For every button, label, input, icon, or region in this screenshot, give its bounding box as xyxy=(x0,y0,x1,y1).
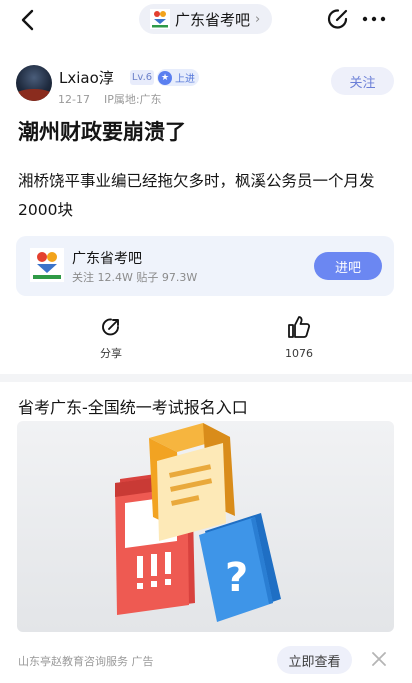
share-icon xyxy=(100,318,122,342)
post-title: 潮州财政要崩溃了 xyxy=(18,120,186,144)
forum-logo-icon xyxy=(30,248,64,282)
ad-title[interactable]: 省考广东-全国统一考试报名入口 xyxy=(18,394,248,418)
svg-text:?: ? xyxy=(225,555,248,601)
ad-image[interactable]: ? xyxy=(17,421,394,632)
forum-name: 广东省考吧 xyxy=(175,10,251,29)
ip-location: IP属地:广东 xyxy=(103,93,162,106)
medal-badge: ★ 上进 xyxy=(157,69,199,86)
forum-logo-icon xyxy=(150,9,170,29)
post-date: 12-17 xyxy=(58,93,90,106)
enter-forum-button[interactable]: 进吧 xyxy=(314,252,382,280)
share-label: 分享 xyxy=(100,347,122,360)
avatar[interactable] xyxy=(16,65,52,101)
section-divider xyxy=(0,374,412,382)
medal-icon: ★ xyxy=(158,70,172,85)
post-body: 湘桥饶平事业编已经拖欠多时，枫溪公务员一个月发2000块 xyxy=(18,172,375,219)
thumbs-up-icon xyxy=(286,316,312,344)
follow-button[interactable]: 关注 xyxy=(331,67,394,95)
edit-icon[interactable] xyxy=(326,7,350,31)
forum-pill[interactable]: 广东省考吧 › xyxy=(139,4,272,34)
card-forum-stats: 关注 12.4W 贴子 97.3W xyxy=(72,271,198,284)
like-count: 1076 xyxy=(285,347,313,360)
card-forum-name: 广东省考吧 xyxy=(72,251,142,267)
ad-source: 山东亭赵教育咨询服务 广告 xyxy=(18,655,154,668)
username[interactable]: Lxiao淳 xyxy=(59,67,114,88)
more-dots-icon[interactable] xyxy=(360,8,388,30)
close-icon[interactable] xyxy=(370,650,388,668)
like-button[interactable]: 1076 xyxy=(274,314,324,360)
level-badge: Lv.6 xyxy=(130,70,154,85)
back-arrow-icon[interactable] xyxy=(16,7,42,33)
top-bar: 广东省考吧 › xyxy=(0,0,412,40)
forum-card[interactable]: 广东省考吧 关注 12.4W 贴子 97.3W 进吧 xyxy=(16,236,394,296)
author-row: Lxiao淳 Lv.6 ★ 上进 12-17 IP属地:广东 关注 xyxy=(16,65,396,107)
ad-view-button[interactable]: 立即查看 xyxy=(277,646,352,674)
share-button[interactable]: 分享 xyxy=(88,316,134,360)
post-meta: 12-17 IP属地:广东 xyxy=(58,91,162,107)
chevron-right-icon: › xyxy=(255,11,261,27)
medal-text: 上进 xyxy=(175,74,195,85)
